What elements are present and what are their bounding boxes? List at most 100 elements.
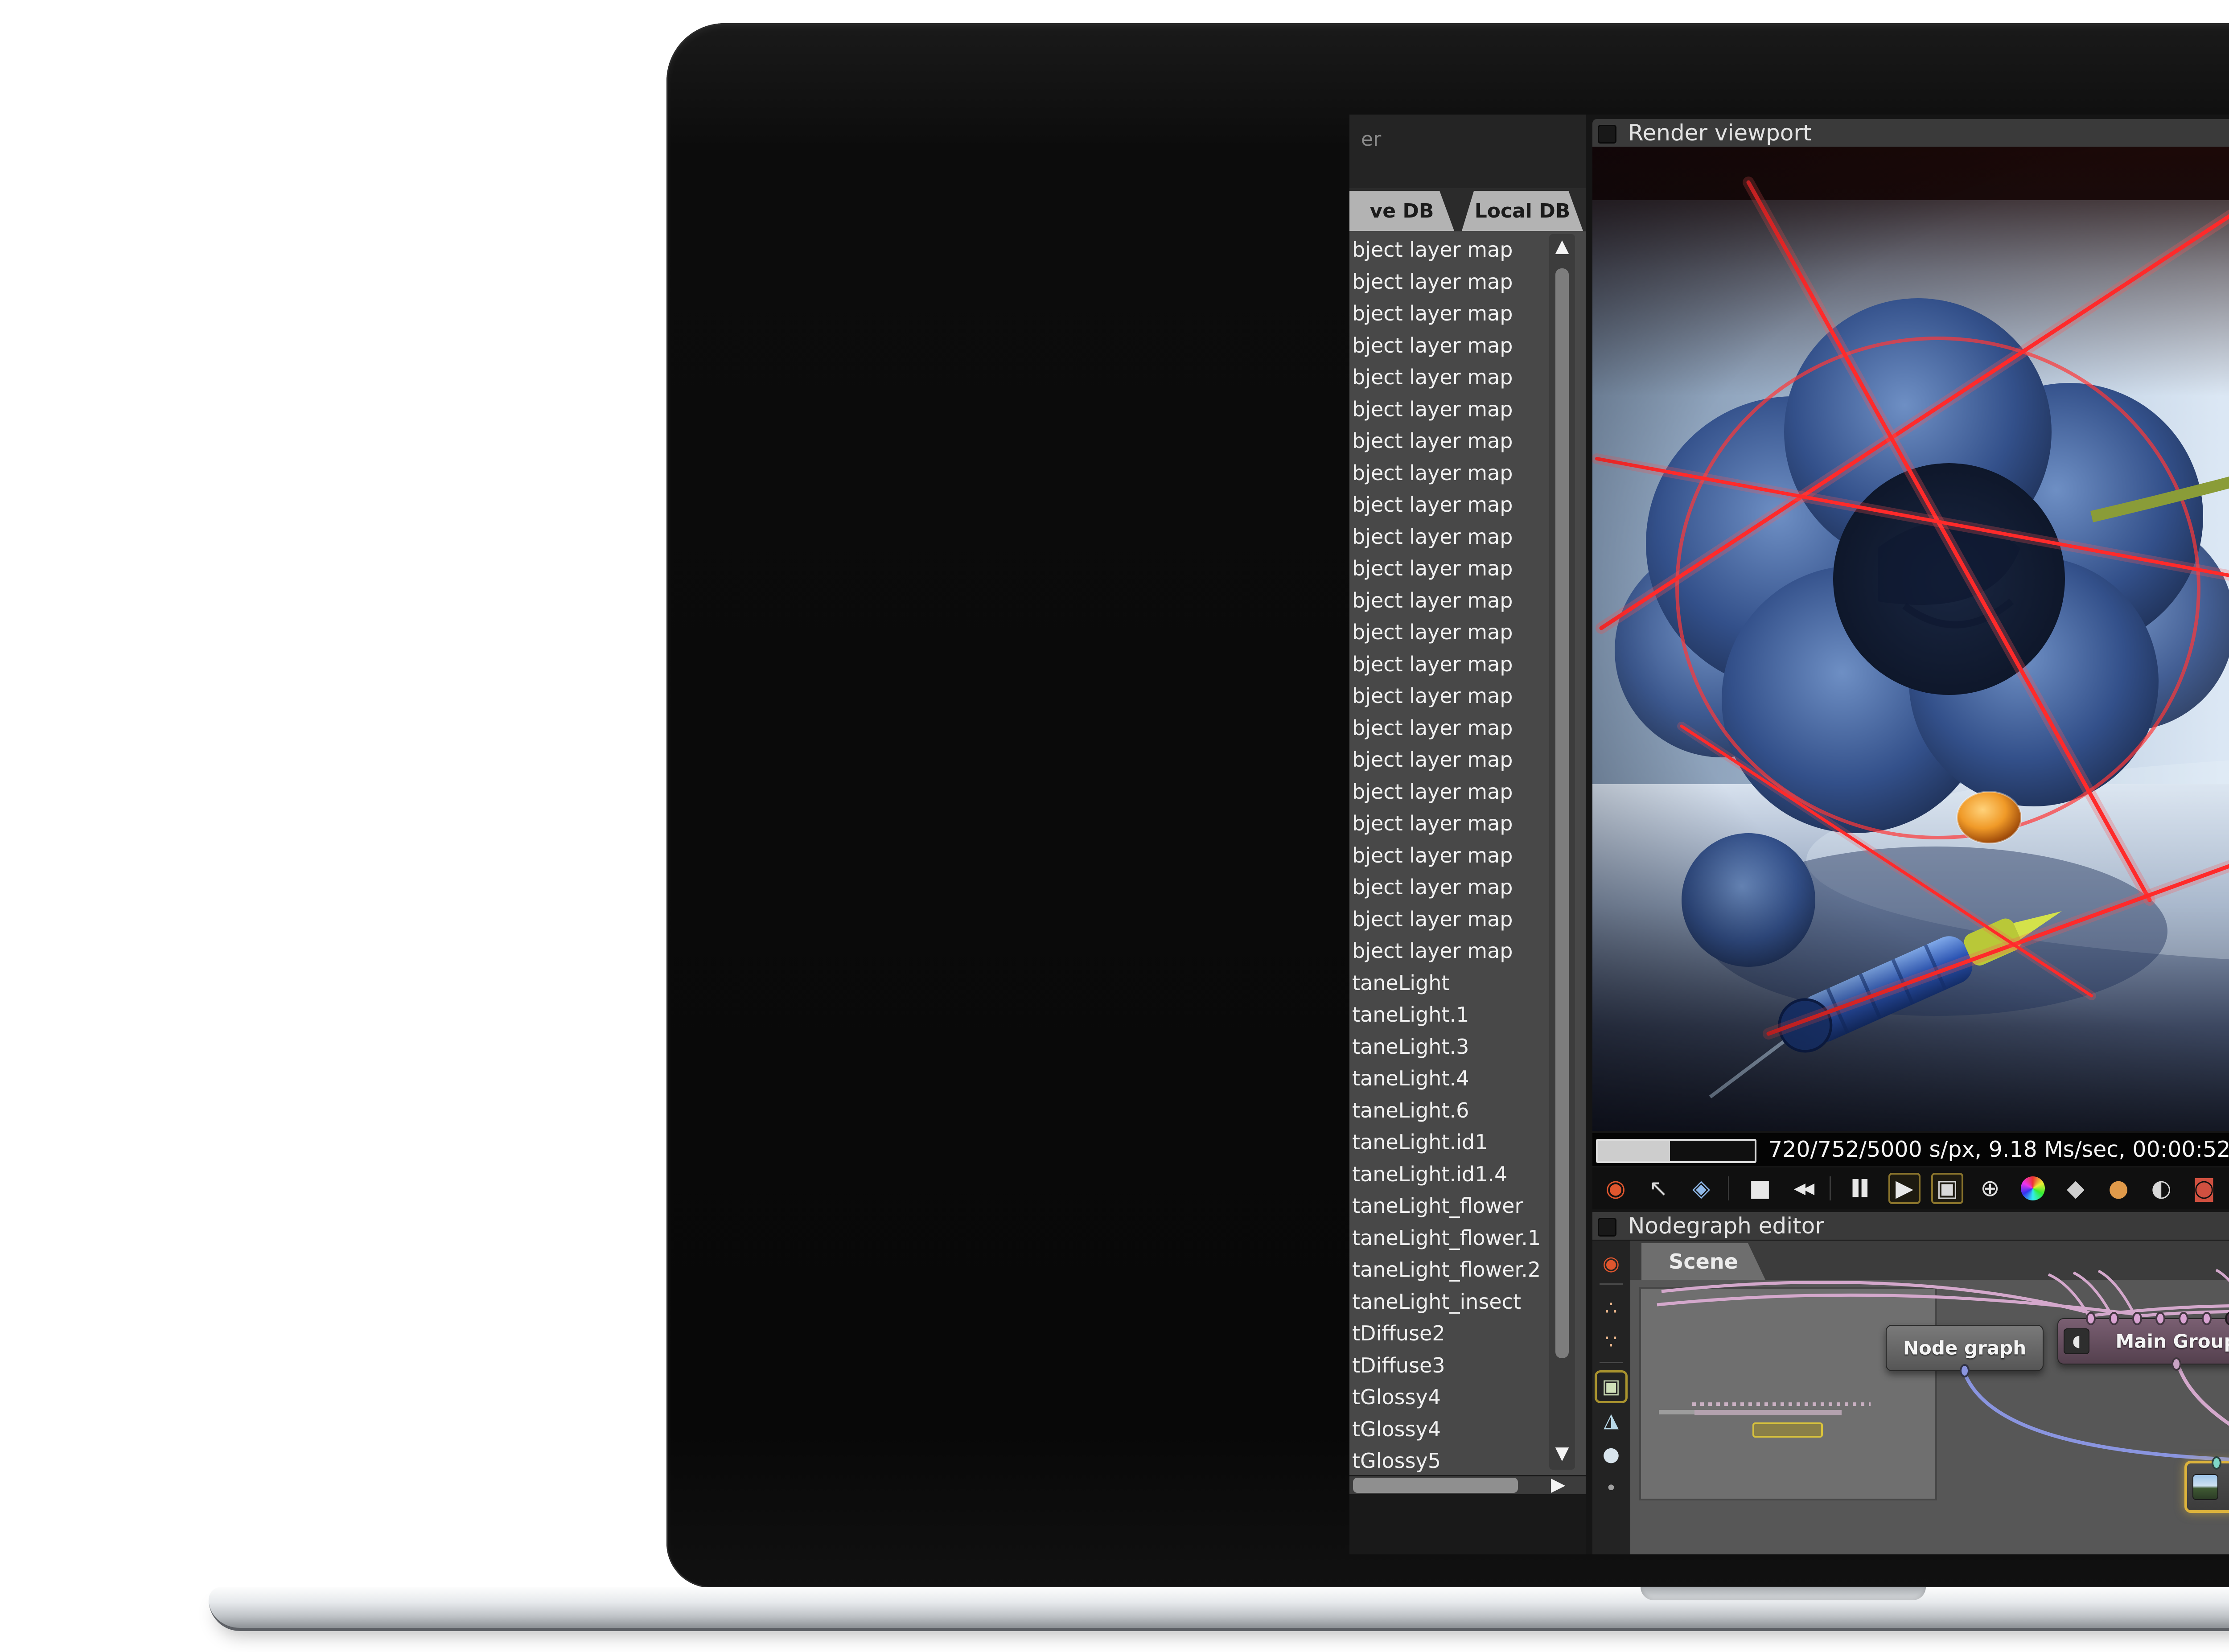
sidebar-item[interactable]: taneLight.4 (1352, 1063, 1469, 1094)
sidebar-item[interactable]: taneLight_flower.2 (1352, 1254, 1541, 1285)
nodegraph-canvas[interactable]: Node graph ◖ Main Group ▧ Path tracing k… (1630, 1241, 2229, 1554)
tab-live-db[interactable]: ve DB (1349, 191, 1454, 231)
vertical-scroll-thumb[interactable] (1555, 268, 1569, 1358)
realtime-display-icon[interactable]: ▣ (1931, 1173, 1963, 1204)
sidebar-header: er (1349, 115, 1586, 188)
node-pin[interactable] (2155, 1312, 2165, 1325)
restart-render-icon[interactable]: ◀◀ (1787, 1173, 1819, 1204)
sidebar-item[interactable]: bject layer map (1352, 457, 1513, 489)
node-pin[interactable] (2179, 1312, 2188, 1325)
sidebar-item[interactable]: tGlossy5 (1352, 1445, 1441, 1476)
sidebar-item[interactable]: bject layer map (1352, 649, 1513, 680)
sidebar-item[interactable]: tDiffuse2 (1352, 1318, 1445, 1349)
sidebar-item[interactable]: bject layer map (1352, 266, 1513, 297)
material-picker-icon[interactable]: ● (2102, 1173, 2134, 1204)
nodegraph-toolbar: ◉ ∴ ∵ ▣ ◮ ● • (1592, 1241, 1630, 1554)
render-toolbar: ◉↖◈■◀◀▌▌▶▣⊕◆●◐◙▤▼▥▨◍≀◰+↻◳ (1592, 1167, 2229, 1209)
sidebar-item[interactable]: taneLight_flower (1352, 1190, 1523, 1221)
render-region-icon[interactable]: ◙ (2188, 1173, 2220, 1204)
focus-picker-icon[interactable]: ⊕ (1974, 1173, 2006, 1204)
panel-checkbox-icon[interactable] (1598, 1218, 1616, 1237)
render-image (1592, 147, 2229, 1131)
sidebar-item[interactable]: tGlossy4 (1352, 1414, 1441, 1445)
sidebar-item[interactable]: bject layer map (1352, 553, 1513, 584)
texture-dot-icon[interactable]: • (1597, 1474, 1625, 1503)
sidebar-item[interactable]: taneLight.3 (1352, 1031, 1469, 1062)
sidebar-item[interactable]: bject layer map (1352, 935, 1513, 966)
sidebar-item[interactable]: bject layer map (1352, 712, 1513, 744)
octane-logo-icon[interactable]: ◉ (1600, 1173, 1632, 1204)
octane-logo-icon[interactable]: ◉ (1597, 1249, 1625, 1278)
window-title-fragment: er (1361, 128, 1381, 151)
sidebar-item[interactable]: bject layer map (1352, 521, 1513, 552)
sidebar-item[interactable]: taneLight_insect (1352, 1286, 1521, 1317)
image-preview-icon[interactable]: ▣ (1597, 1373, 1625, 1401)
node-main-group[interactable]: ◖ Main Group (2057, 1318, 2229, 1364)
glyph: • (1605, 1477, 1617, 1500)
pan-view-icon[interactable]: ↖ (1642, 1173, 1674, 1204)
glyph: ⊕ (1980, 1175, 2000, 1202)
sidebar-item[interactable]: bject layer map (1352, 680, 1513, 711)
sidebar-item[interactable]: bject layer map (1352, 744, 1513, 775)
sidebar-item[interactable]: bject layer map (1352, 394, 1513, 425)
sphere-preview-icon[interactable]: ● (1597, 1440, 1625, 1469)
material-preview-icon[interactable]: ◮ (1597, 1406, 1625, 1435)
color-wheel-icon[interactable] (2017, 1173, 2049, 1204)
output-pin[interactable] (2171, 1357, 2181, 1371)
node-pin[interactable] (2212, 1456, 2221, 1470)
sidebar-item[interactable]: taneLight_flower.1 (1352, 1222, 1541, 1253)
glyph: ◐ (2151, 1175, 2171, 1202)
clay-mode-icon[interactable]: ◐ (2145, 1173, 2177, 1204)
sidebar-item[interactable]: bject layer map (1352, 616, 1513, 648)
sidebar-item[interactable]: bject layer map (1352, 425, 1513, 456)
screen: er ve DB Local DB bject layer mapbject l… (1349, 115, 2229, 1554)
node-node-graph[interactable]: Node graph (1886, 1325, 2044, 1371)
sidebar-item[interactable]: bject layer map (1352, 840, 1513, 871)
sidebar-item[interactable]: taneLight.1 (1352, 999, 1469, 1030)
pause-render-icon[interactable]: ▌▌ (1846, 1173, 1878, 1204)
sidebar-item[interactable]: bject layer map (1352, 808, 1513, 839)
sidebar-item[interactable]: bject layer map (1352, 489, 1513, 520)
laptop-shell: er ve DB Local DB bject layer mapbject l… (666, 23, 2229, 1588)
gamut-filter-icon[interactable]: ◈ (1685, 1173, 1717, 1204)
sidebar-item[interactable]: taneLight (1352, 967, 1449, 999)
glyph: ◉ (1603, 1252, 1620, 1275)
local-db-panel: er ve DB Local DB bject layer mapbject l… (1349, 115, 1586, 1554)
sidebar-item[interactable]: tDiffuse3 (1352, 1350, 1445, 1381)
nodes-view-icon[interactable]: ∴ (1597, 1294, 1625, 1323)
node-pin[interactable] (2202, 1312, 2212, 1325)
sidebar-item[interactable]: bject layer map (1352, 362, 1513, 393)
scroll-down-icon[interactable]: ▼ (1549, 1443, 1575, 1463)
sidebar-item[interactable]: taneLight.id1 (1352, 1126, 1488, 1158)
scroll-up-icon[interactable]: ▲ (1549, 236, 1575, 256)
node-label: Render target (2187, 1476, 2229, 1498)
sidebar-item[interactable]: bject layer map (1352, 234, 1513, 265)
sidebar-item[interactable]: bject layer map (1352, 871, 1513, 903)
panel-checkbox-icon[interactable] (1598, 125, 1616, 144)
sidebar-item[interactable]: bject layer map (1352, 904, 1513, 935)
nodegraph-tab-scene[interactable]: Scene (1641, 1243, 1765, 1280)
sidebar-item[interactable]: taneLight.6 (1352, 1095, 1469, 1126)
glyph: ∵ (1605, 1331, 1617, 1353)
sidebar-item[interactable]: bject layer map (1352, 776, 1513, 807)
node-render-target[interactable]: Render target (2184, 1461, 2229, 1513)
white-balance-icon[interactable]: ◆ (2060, 1173, 2092, 1204)
output-pin[interactable] (1960, 1364, 1970, 1377)
node-pin[interactable] (2132, 1312, 2142, 1325)
play-render-icon[interactable]: ▶ (1888, 1173, 1921, 1204)
scroll-right-icon[interactable]: ▶ (1551, 1473, 1565, 1495)
sidebar-item[interactable]: bject layer map (1352, 298, 1513, 329)
sidebar-item[interactable]: bject layer map (1352, 585, 1513, 616)
tab-local-db[interactable]: Local DB (1462, 191, 1583, 231)
node-pin[interactable] (2109, 1312, 2119, 1325)
sidebar-item[interactable]: tGlossy4 (1352, 1381, 1441, 1413)
horizontal-scroll-thumb[interactable] (1353, 1478, 1518, 1493)
node-pin[interactable] (2086, 1312, 2096, 1325)
node-wires (1630, 1241, 2229, 1554)
nodes-group-icon[interactable]: ∵ (1597, 1328, 1625, 1356)
viewport-title: Render viewport (1628, 119, 1812, 147)
sidebar-item[interactable]: taneLight.id1.4 (1352, 1159, 1507, 1190)
sidebar-item[interactable]: bject layer map (1352, 330, 1513, 361)
toolbar-separator (1728, 1176, 1729, 1200)
stop-render-icon[interactable]: ■ (1744, 1173, 1776, 1204)
